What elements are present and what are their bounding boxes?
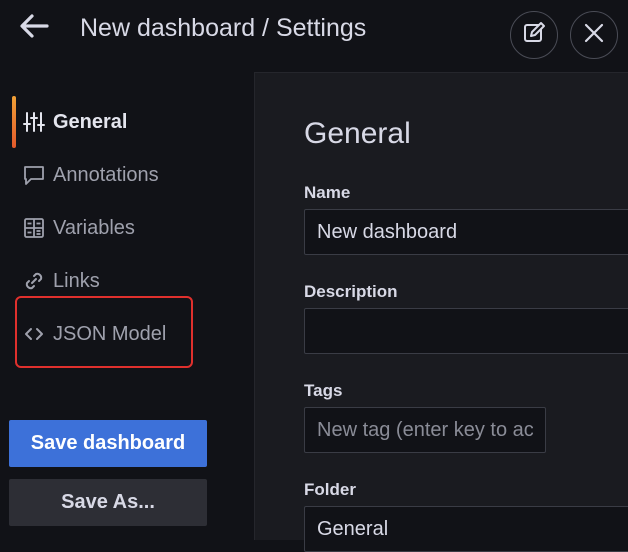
save-as-button[interactable]: Save As... — [9, 479, 207, 526]
page-title: New dashboard / Settings — [80, 14, 367, 42]
sidebar-item-label: JSON Model — [53, 322, 167, 345]
code-brackets-icon — [22, 322, 46, 346]
name-input[interactable] — [304, 209, 628, 255]
sidebar-item-annotations[interactable]: Annotations — [22, 160, 159, 190]
tags-label: Tags — [304, 381, 343, 400]
link-icon — [22, 269, 46, 293]
edit-button[interactable] — [510, 11, 558, 59]
back-button[interactable] — [14, 10, 54, 46]
arrow-left-icon — [19, 13, 49, 44]
sidebar-item-label: Annotations — [53, 163, 159, 186]
sidebar-item-links[interactable]: Links — [22, 266, 100, 296]
settings-panel: General Name Description Tags Folder — [254, 72, 628, 552]
description-label: Description — [304, 282, 398, 301]
description-input[interactable] — [304, 308, 628, 354]
sliders-icon — [22, 110, 46, 134]
sidebar-item-variables[interactable]: Variables — [22, 213, 135, 243]
sidebar-item-label: Variables — [53, 216, 135, 239]
sidebar-item-label: General — [53, 110, 128, 133]
sidebar-item-json-model[interactable]: JSON Model — [22, 319, 166, 349]
tags-input[interactable] — [304, 407, 546, 453]
grid-calculator-icon — [22, 216, 46, 240]
close-icon — [584, 23, 604, 48]
sidebar-item-general[interactable]: General — [22, 107, 127, 137]
folder-label: Folder — [304, 480, 356, 499]
name-label: Name — [304, 183, 351, 202]
active-indicator — [12, 96, 16, 148]
close-button[interactable] — [570, 11, 618, 59]
sidebar-item-label: Links — [53, 269, 100, 292]
section-title: General — [304, 117, 411, 150]
edit-icon — [522, 21, 546, 50]
folder-select[interactable] — [304, 506, 628, 552]
save-dashboard-button[interactable]: Save dashboard — [9, 420, 207, 467]
comment-icon — [22, 163, 46, 187]
